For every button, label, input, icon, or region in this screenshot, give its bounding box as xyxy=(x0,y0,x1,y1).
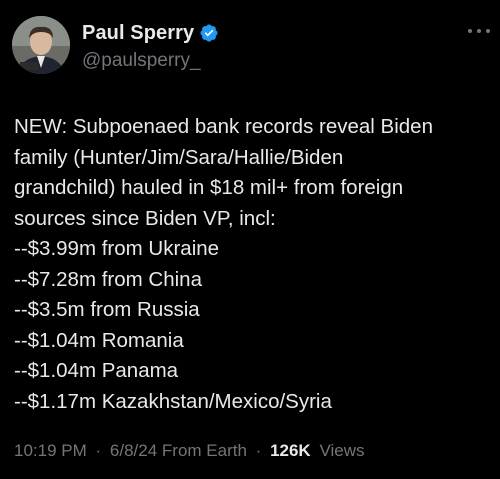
more-dot xyxy=(468,29,472,33)
tweet-time[interactable]: 10:19 PM xyxy=(14,441,87,460)
tweet-text: NEW: Subpoenaed bank records reveal Bide… xyxy=(14,112,492,417)
tweet-text-line: --$1.17m Kazakhstan/Mexico/Syria xyxy=(14,389,332,413)
avatar[interactable] xyxy=(12,16,70,74)
views-count[interactable]: 126K xyxy=(270,441,311,460)
meta-separator: · xyxy=(255,441,262,460)
tweet-text-line: grandchild) hauled in $18 mil+ from fore… xyxy=(14,176,404,199)
more-dot xyxy=(486,29,490,33)
meta-separator: · xyxy=(95,441,102,460)
author-handle[interactable]: @paulsperry_ xyxy=(82,50,219,72)
tweet-card: Paul Sperry @paulsperry_ NEW: Subpoenaed… xyxy=(0,0,500,479)
more-dot xyxy=(477,29,481,33)
tweet-text-line: --$1.04m Panama xyxy=(14,359,179,382)
tweet-text-line: NEW: Subpoenaed bank records reveal Bide… xyxy=(14,115,433,138)
verified-badge-icon[interactable] xyxy=(199,23,219,43)
tweet-text-line: sources since Biden VP, incl: xyxy=(14,206,276,230)
tweet-date-location[interactable]: 6/8/24 From Earth xyxy=(110,441,247,460)
tweet-text-line: --$3.99m from Ukraine xyxy=(14,237,220,260)
tweet-meta: 10:19 PM · 6/8/24 From Earth · 126K View… xyxy=(14,441,364,461)
tweet-text-line: --$7.28m from China xyxy=(14,267,202,291)
author-display-name[interactable]: Paul Sperry xyxy=(82,22,194,45)
avatar-image xyxy=(12,16,70,74)
author-name-row: Paul Sperry xyxy=(82,20,219,46)
tweet-text-line: --$1.04m Romania xyxy=(14,328,184,352)
tweet-text-line: --$3.5m from Russia xyxy=(14,298,200,321)
views-label: Views xyxy=(319,441,365,460)
tweet-text-line: family (Hunter/Jim/Sara/Hallie/Biden xyxy=(14,145,344,169)
more-options-icon[interactable] xyxy=(468,26,490,36)
author-block: Paul Sperry @paulsperry_ xyxy=(82,20,219,72)
